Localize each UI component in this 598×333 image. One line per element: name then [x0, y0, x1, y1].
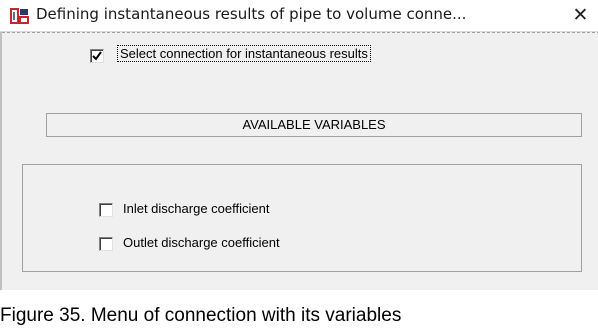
- figure-caption: Figure 35. Menu of connection with its v…: [0, 299, 598, 333]
- select-connection-label[interactable]: Select connection for instantaneous resu…: [117, 45, 371, 62]
- checkmark-icon: [92, 51, 102, 61]
- top-divider: [2, 32, 598, 34]
- variables-panel: Inlet discharge coefficient Outlet disch…: [22, 164, 582, 272]
- close-button[interactable]: ✕: [563, 0, 598, 31]
- select-connection-checkbox[interactable]: [90, 49, 104, 63]
- window-title: Defining instantaneous results of pipe t…: [36, 5, 467, 23]
- inlet-discharge-checkbox[interactable]: [99, 203, 113, 217]
- outlet-discharge-label[interactable]: Outlet discharge coefficient: [123, 235, 280, 250]
- title-bar: Defining instantaneous results of pipe t…: [0, 0, 598, 32]
- app-icon: [10, 7, 30, 25]
- dialog-window: Defining instantaneous results of pipe t…: [0, 0, 598, 290]
- outlet-discharge-checkbox[interactable]: [99, 237, 113, 251]
- dialog-content: Select connection for instantaneous resu…: [0, 32, 598, 290]
- inlet-discharge-label[interactable]: Inlet discharge coefficient: [123, 201, 269, 216]
- available-variables-header: AVAILABLE VARIABLES: [46, 113, 582, 137]
